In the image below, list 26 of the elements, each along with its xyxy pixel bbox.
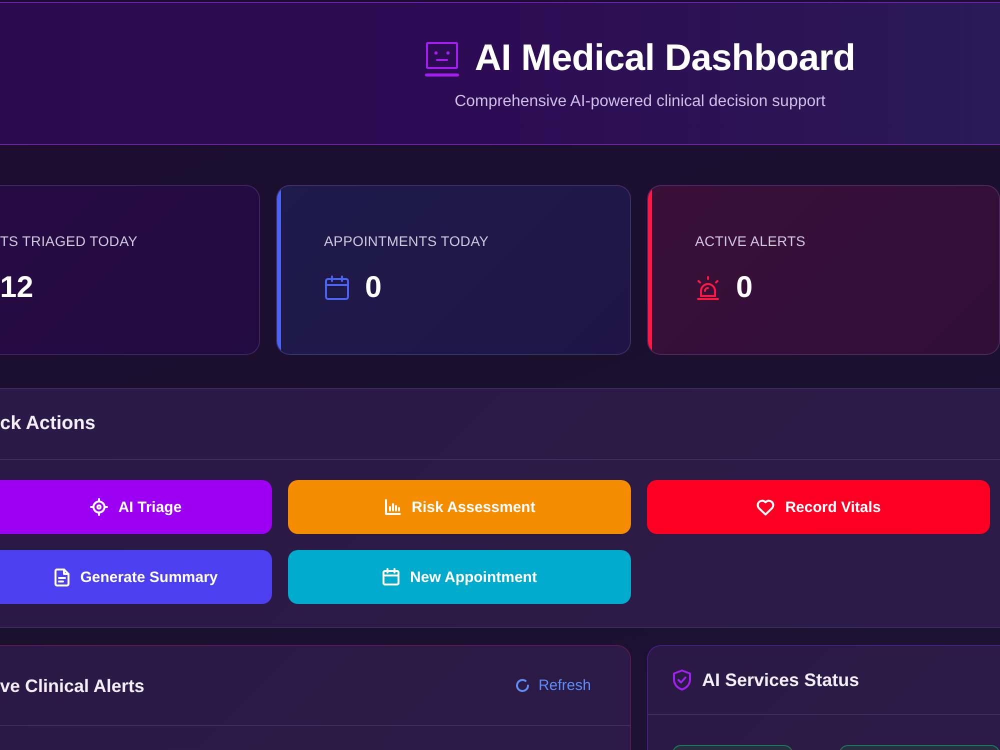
stat-value: 12 (0, 270, 34, 306)
stat-label: ACTIVE ALERTS (695, 232, 806, 251)
calendar-icon (382, 568, 400, 586)
dashboard-subtitle: Comprehensive AI-powered clinical decision support (454, 92, 826, 112)
panel-title: AI Services Status (702, 669, 860, 692)
refresh-link[interactable]: Refresh (515, 676, 591, 696)
panel-title: ve Clinical Alerts (0, 674, 144, 698)
crosshair-icon (90, 498, 108, 516)
calendar-icon (324, 275, 350, 301)
stat-value: 0 (365, 270, 382, 306)
siren-icon (695, 275, 721, 301)
robot-icon (424, 41, 459, 77)
bar-chart-icon (384, 498, 402, 516)
stat-value: 0 (736, 270, 753, 306)
heart-icon (756, 498, 776, 516)
shield-check-icon (672, 669, 692, 691)
stat-label: TS TRIAGED TODAY (0, 232, 138, 251)
refresh-icon (515, 678, 530, 693)
action-button[interactable]: AI Triage (0, 480, 272, 534)
dashboard-title: AI Medical Dashboard (474, 36, 856, 80)
action-button[interactable]: New Appointment (288, 550, 631, 604)
action-button[interactable]: Generate Summary (0, 550, 272, 604)
stat-label: APPOINTMENTS TODAY (324, 232, 489, 251)
action-button[interactable]: Record Vitals (647, 480, 990, 534)
panel-title: ck Actions (0, 412, 96, 436)
document-icon (54, 568, 70, 586)
